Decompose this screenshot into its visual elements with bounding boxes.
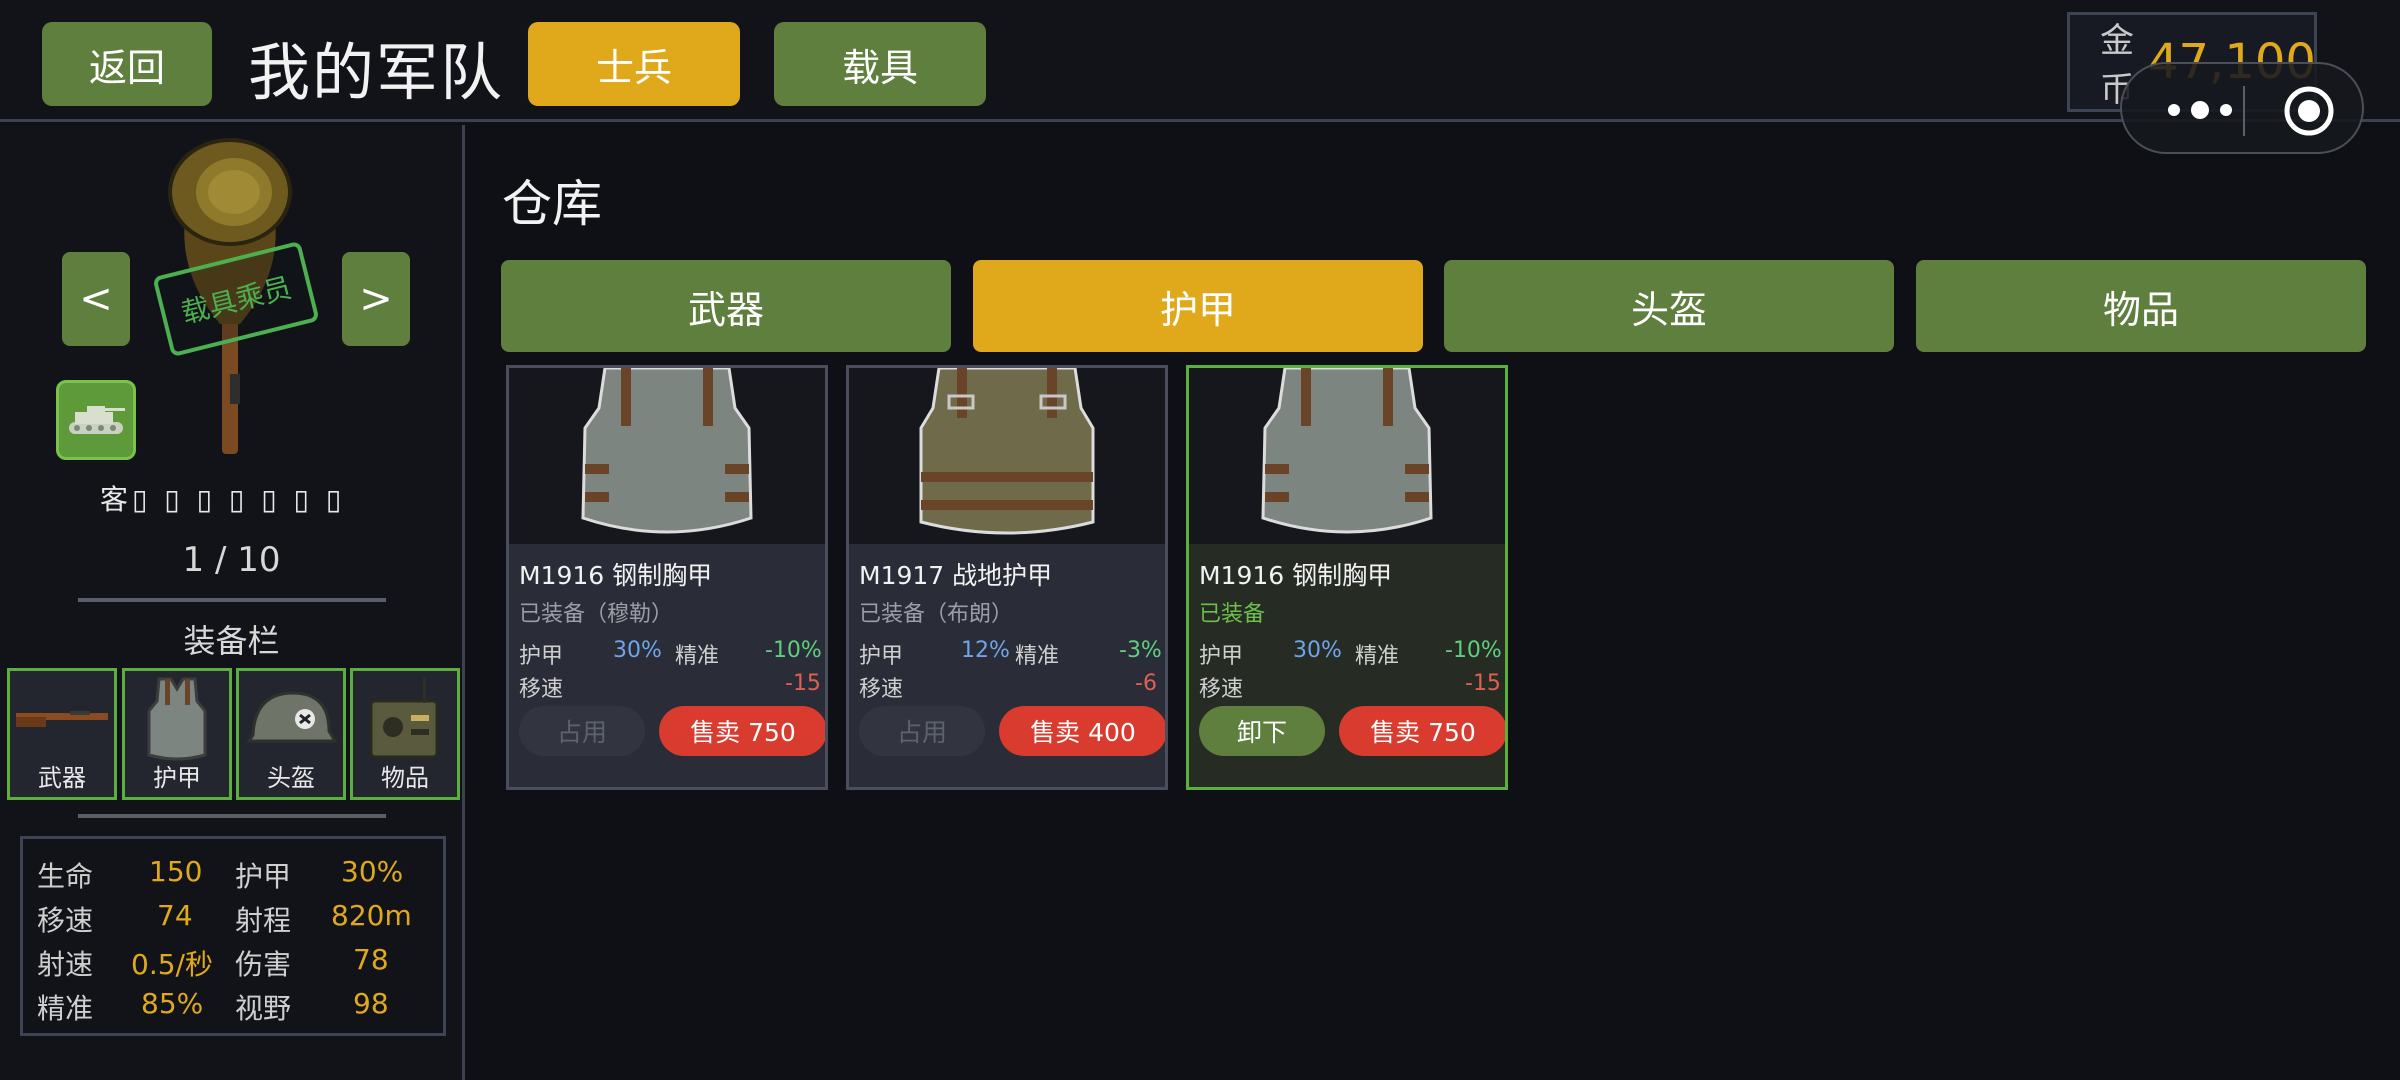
- stat-label: 移速: [1199, 677, 1244, 702]
- close-target-icon[interactable]: [2282, 84, 2336, 138]
- equip-slot-item[interactable]: 物品: [350, 668, 460, 800]
- sell-button[interactable]: 售卖 750: [659, 706, 825, 756]
- more-icon[interactable]: [2158, 94, 2250, 126]
- vest-icon: [147, 677, 207, 761]
- stat-label: 精准: [675, 644, 720, 669]
- vehicle-badge[interactable]: [56, 380, 136, 460]
- tab-armor[interactable]: 护甲: [973, 260, 1423, 352]
- tab-items[interactable]: 物品: [1916, 260, 2366, 352]
- stat-value: -10%: [765, 638, 822, 663]
- sell-button[interactable]: 售卖 750: [1339, 706, 1505, 756]
- stat-value: 30%: [613, 638, 662, 663]
- back-button[interactable]: 返回: [42, 22, 212, 106]
- stat-value: 30%: [1293, 638, 1342, 663]
- slot-label-armor: 护甲: [153, 764, 201, 792]
- warehouse-title: 仓库: [502, 175, 602, 233]
- occupied-button: 占用: [519, 706, 645, 756]
- stat-value: 85%: [141, 987, 204, 1020]
- stat-label: 伤害: [235, 948, 292, 981]
- stat-value: -3%: [1119, 638, 1162, 663]
- equipment-title: 装备栏: [183, 622, 280, 660]
- page-title: 我的军队: [248, 36, 505, 109]
- soldier-name: 客▯ ▯ ▯ ▯ ▯ ▯ ▯: [100, 483, 346, 516]
- stat-label: 护甲: [235, 860, 292, 893]
- tab-helmets[interactable]: 头盔: [1444, 260, 1894, 352]
- field-armor-icon: [849, 368, 1165, 544]
- helmet-icon: [246, 691, 338, 743]
- tab-soldiers[interactable]: 士兵: [528, 22, 740, 106]
- stat-value: -15: [785, 671, 821, 696]
- slot-label-weapon: 武器: [38, 764, 86, 792]
- stat-value: -10%: [1445, 638, 1502, 663]
- occupied-button: 占用: [859, 706, 985, 756]
- stat-label: 精准: [1355, 644, 1400, 669]
- stat-value: -15: [1465, 671, 1501, 696]
- stat-label: 精准: [1015, 644, 1060, 669]
- item-status: 已装备（穆勒）: [519, 602, 674, 627]
- sell-button[interactable]: 售卖 400: [999, 706, 1165, 756]
- stat-label: 移速: [519, 677, 564, 702]
- stat-label: 生命: [37, 860, 94, 893]
- stat-label: 视野: [235, 992, 292, 1025]
- item-name: M1917 战地护甲: [859, 561, 1053, 590]
- tab-vehicles[interactable]: 载具: [774, 22, 986, 106]
- item-card[interactable]: M1916 钢制胸甲 已装备（穆勒） 护甲 30% 精准 -10% 移速 -15…: [506, 365, 828, 790]
- steel-vest-icon: [1189, 368, 1505, 544]
- stat-label: 移速: [37, 904, 94, 937]
- item-card-equipped[interactable]: M1916 钢制胸甲 已装备 护甲 30% 精准 -10% 移速 -15 卸下 …: [1186, 365, 1508, 790]
- next-unit-button[interactable]: >: [342, 252, 410, 346]
- stat-value: -6: [1135, 671, 1157, 696]
- equip-slot-weapon[interactable]: 武器: [7, 668, 117, 800]
- equip-slot-helmet[interactable]: 头盔: [236, 668, 346, 800]
- stat-value: 78: [353, 943, 389, 976]
- stat-value: 12%: [961, 638, 1010, 663]
- stat-label: 护甲: [859, 644, 904, 669]
- item-card[interactable]: M1917 战地护甲 已装备（布朗） 护甲 12% 精准 -3% 移速 -6 占…: [846, 365, 1168, 790]
- slot-label-helmet: 头盔: [267, 764, 315, 792]
- capsule-divider: [2243, 86, 2245, 136]
- item-name: M1916 钢制胸甲: [519, 561, 713, 590]
- unit-counter: 1 / 10: [182, 540, 281, 580]
- slot-label-item: 物品: [381, 764, 429, 792]
- divider: [78, 598, 386, 602]
- panel-divider: [462, 125, 465, 1080]
- stat-label: 射程: [235, 904, 292, 937]
- stat-label: 移速: [859, 677, 904, 702]
- prev-unit-button[interactable]: <: [62, 252, 130, 346]
- stat-label: 护甲: [1199, 644, 1244, 669]
- stat-value: 0.5/秒: [131, 948, 213, 981]
- stats-panel: 生命 150 护甲 30% 移速 74 射程 820m 射速 0.5/秒 伤害 …: [20, 836, 446, 1036]
- unequip-button[interactable]: 卸下: [1199, 706, 1325, 756]
- steel-vest-icon: [509, 368, 825, 544]
- tab-weapons[interactable]: 武器: [501, 260, 951, 352]
- stat-label: 护甲: [519, 644, 564, 669]
- equip-slot-armor[interactable]: 护甲: [122, 668, 232, 800]
- item-status: 已装备: [1199, 602, 1266, 627]
- tank-icon: [69, 406, 125, 434]
- rifle-icon: [16, 711, 108, 727]
- item-name: M1916 钢制胸甲: [1199, 561, 1393, 590]
- stat-value: 820m: [331, 899, 412, 932]
- radio-icon: [369, 677, 439, 759]
- stat-value: 150: [149, 855, 203, 888]
- mini-program-capsule: [2120, 62, 2364, 154]
- stat-value: 98: [353, 987, 389, 1020]
- stat-value: 74: [157, 899, 193, 932]
- stat-label: 射速: [37, 948, 94, 981]
- divider: [78, 814, 386, 818]
- stat-label: 精准: [37, 992, 94, 1025]
- stat-value: 30%: [341, 855, 404, 888]
- item-status: 已装备（布朗）: [859, 602, 1014, 627]
